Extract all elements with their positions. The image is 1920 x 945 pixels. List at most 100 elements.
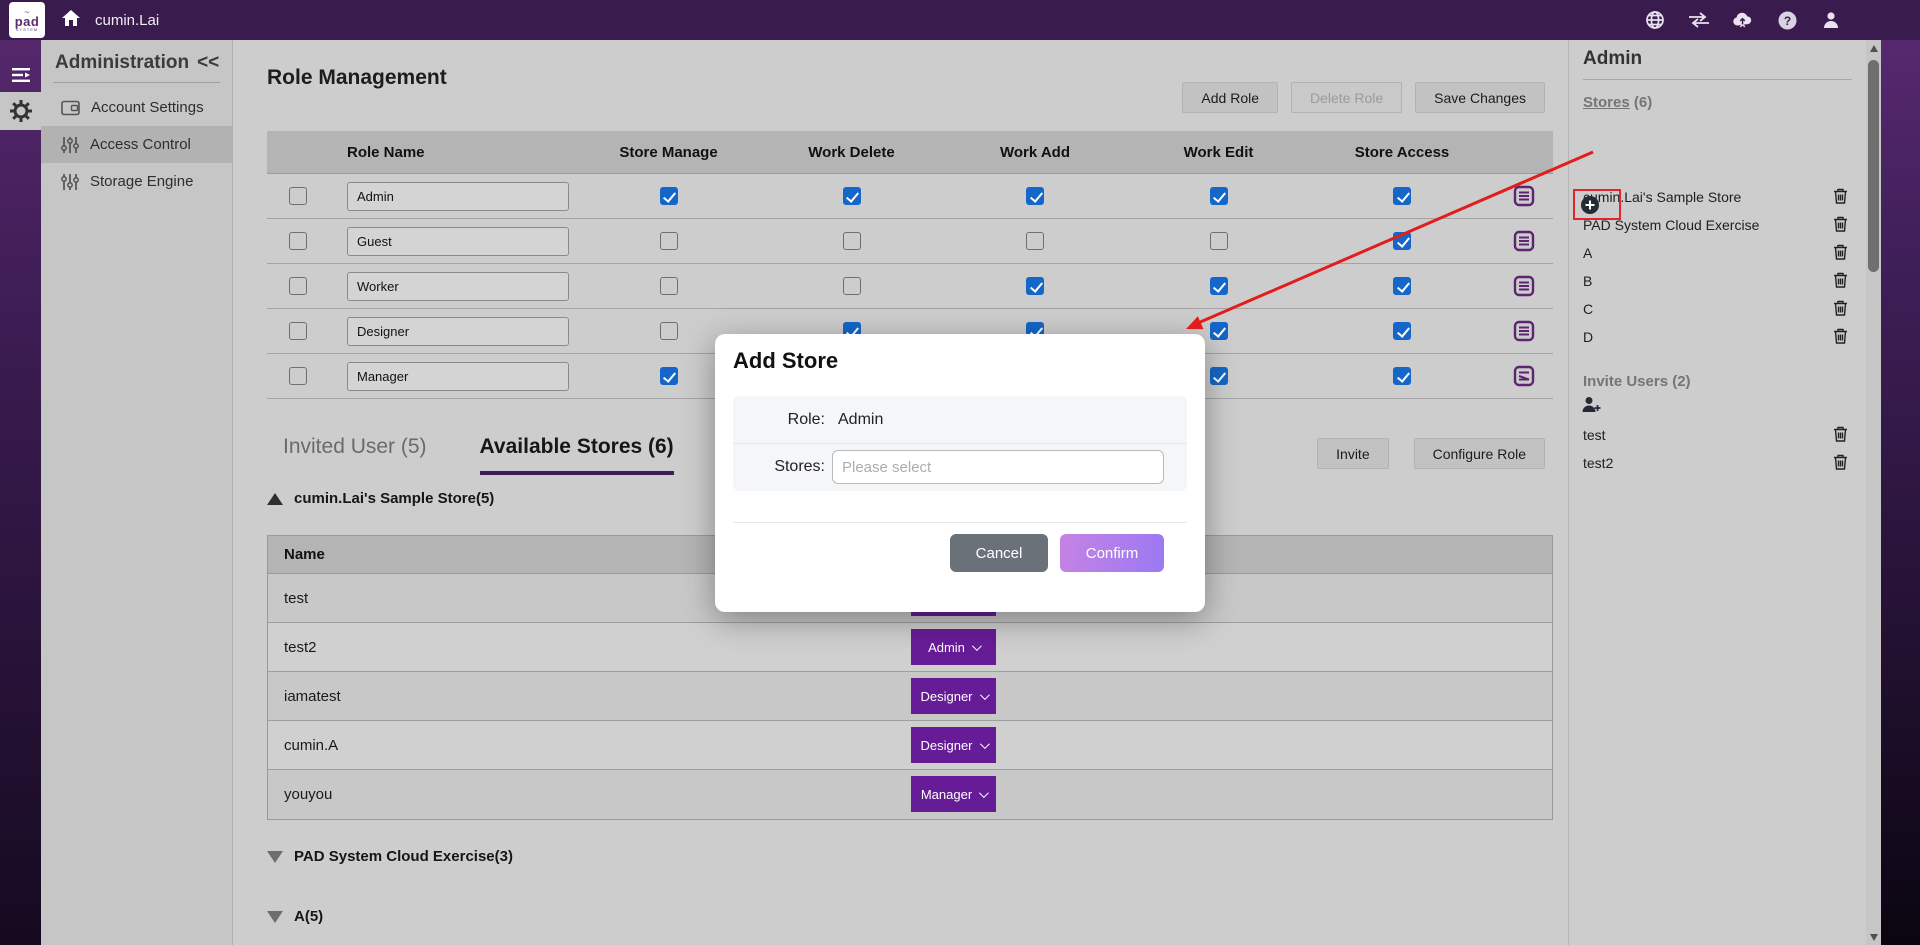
- confirm-button[interactable]: Confirm: [1060, 534, 1164, 572]
- row-select-checkbox[interactable]: [289, 367, 307, 385]
- sidebar-item-access-control[interactable]: Access Control: [41, 126, 232, 163]
- store-name: C: [1583, 301, 1593, 317]
- sidebar-title: Administration<<: [55, 52, 220, 74]
- role-name-input[interactable]: Designer: [347, 317, 569, 346]
- role-name-input[interactable]: Worker: [347, 272, 569, 301]
- work-delete-checkbox[interactable]: [843, 232, 861, 250]
- store-list-item[interactable]: C: [1569, 295, 1866, 323]
- configure-role-button[interactable]: Configure Role: [1414, 438, 1545, 469]
- sidebar-item-account-settings[interactable]: Account Settings: [41, 89, 232, 126]
- home-icon[interactable]: [61, 9, 81, 32]
- role-select[interactable]: Designer: [911, 727, 996, 763]
- col-store-manage: Store Manage: [577, 144, 760, 161]
- trash-icon[interactable]: [1833, 188, 1848, 207]
- scroll-up-button[interactable]: [1866, 40, 1881, 56]
- work-add-checkbox[interactable]: [1026, 277, 1044, 295]
- trash-icon[interactable]: [1833, 272, 1848, 291]
- work-add-checkbox[interactable]: [1026, 232, 1044, 250]
- store-access-list-icon[interactable]: [1494, 320, 1553, 342]
- user-name: test2: [268, 639, 317, 656]
- store-access-list-icon[interactable]: [1494, 365, 1553, 387]
- role-name-input[interactable]: Manager: [347, 362, 569, 391]
- help-icon[interactable]: ?: [1776, 9, 1798, 31]
- pad-logo[interactable]: ~ pad SYSTEM: [9, 2, 45, 38]
- col-work-delete: Work Delete: [760, 144, 943, 161]
- sidebar-collapse-glyph[interactable]: <<: [197, 52, 219, 73]
- store-manage-checkbox[interactable]: [660, 232, 678, 250]
- row-select-checkbox[interactable]: [289, 187, 307, 205]
- store-access-checkbox[interactable]: [1393, 322, 1411, 340]
- invited-user-item[interactable]: test: [1569, 421, 1866, 449]
- role-label: Role:: [733, 411, 825, 429]
- tab-invited-user[interactable]: Invited User (5): [283, 435, 427, 475]
- section-header-sample-store[interactable]: cumin.Lai's Sample Store(5): [267, 490, 494, 507]
- vertical-scrollbar: [1866, 40, 1881, 945]
- store-access-checkbox[interactable]: [1393, 367, 1411, 385]
- add-store-dialog: Add Store Role: Admin Stores: Cancel Con…: [715, 334, 1205, 612]
- scroll-down-button[interactable]: [1866, 929, 1881, 945]
- add-user-icon[interactable]: [1581, 396, 1602, 419]
- store-name: D: [1583, 329, 1593, 345]
- save-changes-button[interactable]: Save Changes: [1415, 82, 1545, 113]
- store-list-item[interactable]: B: [1569, 267, 1866, 295]
- role-select[interactable]: Manager: [911, 776, 996, 812]
- cloud-sync-icon[interactable]: [1732, 9, 1754, 31]
- add-store-icon[interactable]: [1580, 195, 1600, 220]
- work-delete-checkbox[interactable]: [843, 277, 861, 295]
- scrollbar-thumb[interactable]: [1868, 60, 1879, 272]
- settings-rail-item[interactable]: [0, 92, 41, 130]
- store-list-item[interactable]: D: [1569, 323, 1866, 351]
- store-access-checkbox[interactable]: [1393, 187, 1411, 205]
- store-access-list-icon[interactable]: [1494, 275, 1553, 297]
- store-access-checkbox[interactable]: [1393, 232, 1411, 250]
- store-manage-checkbox[interactable]: [660, 187, 678, 205]
- stores-select-input[interactable]: [832, 450, 1164, 484]
- store-user-row: youyou Manager: [268, 770, 1552, 819]
- row-select-checkbox[interactable]: [289, 232, 307, 250]
- trash-icon[interactable]: [1833, 300, 1848, 319]
- role-select[interactable]: Admin: [911, 629, 996, 665]
- delete-role-button[interactable]: Delete Role: [1291, 82, 1402, 113]
- store-access-list-icon[interactable]: [1494, 185, 1553, 207]
- work-edit-checkbox[interactable]: [1210, 367, 1228, 385]
- trash-icon[interactable]: [1833, 244, 1848, 263]
- trash-icon[interactable]: [1833, 216, 1848, 235]
- store-access-checkbox[interactable]: [1393, 277, 1411, 295]
- role-name-input[interactable]: Guest: [347, 227, 569, 256]
- work-edit-checkbox[interactable]: [1210, 232, 1228, 250]
- transfer-icon[interactable]: [1688, 9, 1710, 31]
- store-access-list-icon[interactable]: [1494, 230, 1553, 252]
- row-select-checkbox[interactable]: [289, 322, 307, 340]
- svg-text:?: ?: [1783, 14, 1790, 28]
- work-delete-checkbox[interactable]: [843, 187, 861, 205]
- tab-available-stores[interactable]: Available Stores (6): [480, 435, 674, 475]
- work-edit-checkbox[interactable]: [1210, 322, 1228, 340]
- stores-label: Stores:: [733, 458, 825, 476]
- section-header-a[interactable]: A(5): [267, 908, 323, 925]
- store-manage-checkbox[interactable]: [660, 322, 678, 340]
- trash-icon[interactable]: [1833, 454, 1848, 473]
- store-list-item[interactable]: A: [1569, 239, 1866, 267]
- invited-user-item[interactable]: test2: [1569, 449, 1866, 477]
- store-user-row: iamatest Designer: [268, 672, 1552, 721]
- cancel-button[interactable]: Cancel: [950, 534, 1048, 572]
- role-row: Worker: [267, 264, 1553, 309]
- store-manage-checkbox[interactable]: [660, 367, 678, 385]
- sidebar-item-storage-engine[interactable]: Storage Engine: [41, 163, 232, 200]
- section-header-pad-exercise[interactable]: PAD System Cloud Exercise(3): [267, 848, 513, 865]
- globe-icon[interactable]: [1644, 9, 1666, 31]
- stores-label: Stores (6): [1583, 94, 1866, 111]
- trash-icon[interactable]: [1833, 426, 1848, 445]
- trash-icon[interactable]: [1833, 328, 1848, 347]
- row-select-checkbox[interactable]: [289, 277, 307, 295]
- work-add-checkbox[interactable]: [1026, 187, 1044, 205]
- role-name-input[interactable]: Admin: [347, 182, 569, 211]
- invite-button[interactable]: Invite: [1317, 438, 1388, 469]
- role-select[interactable]: Designer: [911, 678, 996, 714]
- store-manage-checkbox[interactable]: [660, 277, 678, 295]
- work-edit-checkbox[interactable]: [1210, 277, 1228, 295]
- menu-collapse-icon[interactable]: [0, 60, 41, 90]
- work-edit-checkbox[interactable]: [1210, 187, 1228, 205]
- user-icon[interactable]: [1820, 9, 1842, 31]
- add-role-button[interactable]: Add Role: [1182, 82, 1278, 113]
